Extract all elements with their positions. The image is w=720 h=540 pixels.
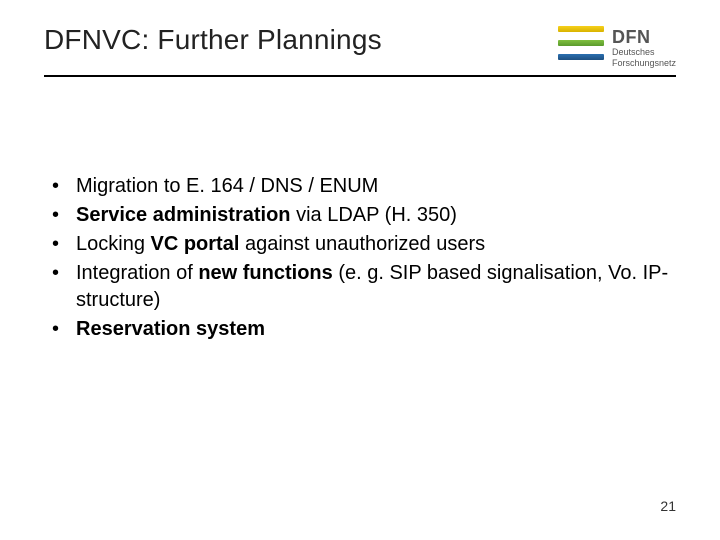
bullet-list: Migration to E. 164 / DNS / ENUM Service …	[48, 173, 676, 343]
bullet-text-run: Reservation system	[76, 318, 265, 340]
slide-title: DFNVC: Further Plannings	[44, 24, 382, 56]
bullet-item: Reservation system	[48, 316, 676, 343]
dfn-logo: DFN Deutsches Forschungsnetz	[558, 24, 676, 69]
dfn-logo-acronym: DFN	[612, 28, 676, 46]
bullet-item: Service administration via LDAP (H. 350)	[48, 202, 676, 229]
slide-body: Migration to E. 164 / DNS / ENUM Service …	[44, 173, 676, 343]
bullet-text-run: Migration to E. 164 / DNS / ENUM	[76, 175, 378, 197]
bullet-item: Migration to E. 164 / DNS / ENUM	[48, 173, 676, 200]
dfn-logo-text: DFN Deutsches Forschungsnetz	[612, 26, 676, 69]
bullet-text-run: via LDAP (H. 350)	[291, 204, 457, 226]
bullet-text-run: Integration of	[76, 262, 198, 284]
bullet-text-run: new functions	[198, 262, 332, 284]
dfn-logo-mark-icon	[558, 26, 604, 62]
dfn-logo-subtitle-1: Deutsches	[612, 48, 676, 57]
bullet-text-run: Locking	[76, 233, 151, 255]
bullet-item: Integration of new functions (e. g. SIP …	[48, 260, 676, 314]
slide: DFNVC: Further Plannings DFN Deutsches F…	[0, 0, 720, 540]
dfn-logo-subtitle-2: Forschungsnetz	[612, 59, 676, 68]
slide-header: DFNVC: Further Plannings DFN Deutsches F…	[44, 24, 676, 77]
bullet-text-run: against unauthorized users	[239, 233, 485, 255]
bullet-text-run: Service administration	[76, 204, 291, 226]
page-number: 21	[660, 498, 676, 514]
bullet-text-run: VC portal	[151, 233, 240, 255]
bullet-item: Locking VC portal against unauthorized u…	[48, 231, 676, 258]
